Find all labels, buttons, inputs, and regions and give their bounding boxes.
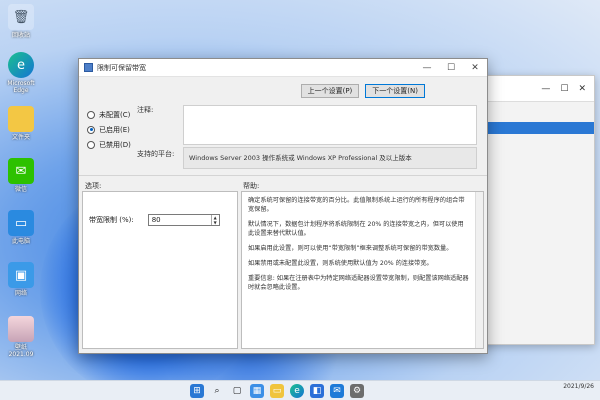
help-paragraph: 如果禁用或未配置此设置，则系统使用默认值为 20% 的连接带宽。 xyxy=(248,260,433,267)
desktop-icon-label: 网络 xyxy=(14,290,27,297)
help-paragraph: 默认情况下，数据包计划程序将系统限制在 20% 的连接带宽之内，但可以使用此设置… xyxy=(248,221,464,237)
task-view-icon[interactable]: ▢ xyxy=(230,384,244,398)
system-tray[interactable]: 2021/9/26 xyxy=(563,383,594,391)
desktop-icon-label: 微信 xyxy=(14,186,27,193)
maximize-icon[interactable]: ☐ xyxy=(560,84,568,94)
desktop-icon-recycle-bin[interactable]: 🗑 回收站 xyxy=(2,4,40,39)
settings-icon[interactable]: ⚙ xyxy=(350,384,364,398)
desktop-icon-computer[interactable]: ▭ 此电脑 xyxy=(2,210,40,245)
help-paragraph: 如果启用此设置，则可以使用“带宽限制”框来调整系统可保留的带宽数量。 xyxy=(248,245,453,252)
help-pane: 确定系统可保留的连接带宽的百分比。此值限制系统上运行的所有程序的组合带宽保留。 … xyxy=(241,191,484,349)
computer-icon: ▭ xyxy=(8,210,34,236)
bandwidth-value: 80 xyxy=(151,216,161,224)
bandwidth-label: 带宽限制 (%): xyxy=(89,216,134,224)
wechat-icon: ✉ xyxy=(8,158,34,184)
dialog-title: 限制可保留带宽 xyxy=(97,63,146,72)
options-label: 选项: xyxy=(85,182,102,190)
close-icon[interactable]: ✕ xyxy=(578,84,586,94)
desktop-icon-label: 壁纸 2021.09 xyxy=(8,344,34,358)
desktop-icon-network[interactable]: ▣ 网络 xyxy=(2,262,40,297)
radio-label: 已禁用(D) xyxy=(99,140,131,149)
desktop-icon-edge[interactable]: e Microsoft Edge xyxy=(2,52,40,94)
mail-icon[interactable]: ✉ xyxy=(330,384,344,398)
radio-enabled[interactable]: 已启用(E) xyxy=(87,122,131,137)
bandwidth-spinner[interactable]: 80 ▲ ▼ xyxy=(147,214,220,226)
policy-icon xyxy=(84,63,93,72)
tray-date: 2021/9/26 xyxy=(563,383,594,390)
recycle-bin-icon: 🗑 xyxy=(8,4,34,30)
radio-label: 未配置(C) xyxy=(99,110,131,119)
edge-icon: e xyxy=(8,52,34,78)
maximize-button[interactable]: ☐ xyxy=(439,63,463,73)
radio-dot xyxy=(87,140,95,149)
network-icon: ▣ xyxy=(8,262,34,288)
search-icon[interactable]: ⌕ xyxy=(210,384,224,398)
store-icon[interactable]: ◧ xyxy=(310,384,324,398)
widgets-icon[interactable]: ▦ xyxy=(250,384,264,398)
radio-label: 已启用(E) xyxy=(99,125,130,134)
radio-dot xyxy=(87,125,95,134)
next-setting-button[interactable]: 下一个设置(N) xyxy=(365,84,425,98)
minimize-button[interactable]: — xyxy=(415,63,439,73)
edge-icon[interactable]: e xyxy=(290,384,304,398)
taskbar: ⊞ ⌕ ▢ ▦ ▭ e ◧ ✉ ⚙ 2021/9/26 xyxy=(0,380,600,400)
selected-row[interactable] xyxy=(486,122,594,134)
spinner-arrows-icon[interactable]: ▲ ▼ xyxy=(210,215,219,225)
close-button[interactable]: ✕ xyxy=(463,63,487,73)
explorer-icon[interactable]: ▭ xyxy=(270,384,284,398)
help-label: 帮助: xyxy=(243,182,260,190)
windows-start-icon[interactable]: ⊞ xyxy=(190,384,204,398)
radio-disabled[interactable]: 已禁用(D) xyxy=(87,137,131,152)
policy-dialog: 限制可保留带宽 — ☐ ✕ 上一个设置(P) 下一个设置(N) 未配置(C) 已… xyxy=(78,58,488,354)
folder-icon xyxy=(8,106,34,132)
desktop-icon-image-file[interactable]: 壁纸 2021.09 xyxy=(2,316,40,358)
help-scrollbar[interactable] xyxy=(475,192,483,348)
options-pane: 带宽限制 (%): 80 ▲ ▼ xyxy=(82,191,238,349)
divider xyxy=(79,175,487,176)
comment-textarea[interactable] xyxy=(183,105,477,145)
minimize-icon[interactable]: — xyxy=(541,84,550,94)
comment-label: 注释: xyxy=(137,106,154,114)
dialog-titlebar[interactable]: 限制可保留带宽 — ☐ ✕ xyxy=(79,59,487,77)
help-paragraph: 确定系统可保留的连接带宽的百分比。此值限制系统上运行的所有程序的组合带宽保留。 xyxy=(248,197,465,213)
radio-not-configured[interactable]: 未配置(C) xyxy=(87,107,131,122)
desktop-icon-label: Microsoft Edge xyxy=(7,80,35,94)
desktop-icon-label: 回收站 xyxy=(11,32,30,39)
radio-dot xyxy=(87,110,95,119)
platform-label: 支持的平台: xyxy=(137,150,175,158)
help-paragraph: 重要信息: 如果在注册表中为特定网络适配器设置带宽限制，则配置该网络适配器时就会… xyxy=(248,275,469,291)
desktop-icon-label: 此电脑 xyxy=(11,238,30,245)
desktop-icon-label: 文件夹 xyxy=(11,134,30,141)
prev-setting-button[interactable]: 上一个设置(P) xyxy=(300,84,360,98)
desktop-icon-folder[interactable]: 文件夹 xyxy=(2,106,40,141)
desktop-icon-wechat[interactable]: ✉ 微信 xyxy=(2,158,40,193)
image-file-icon xyxy=(8,316,34,342)
state-radio-group: 未配置(C) 已启用(E) 已禁用(D) xyxy=(87,107,131,152)
platform-value: Windows Server 2003 操作系统或 Windows XP Pro… xyxy=(183,147,477,169)
